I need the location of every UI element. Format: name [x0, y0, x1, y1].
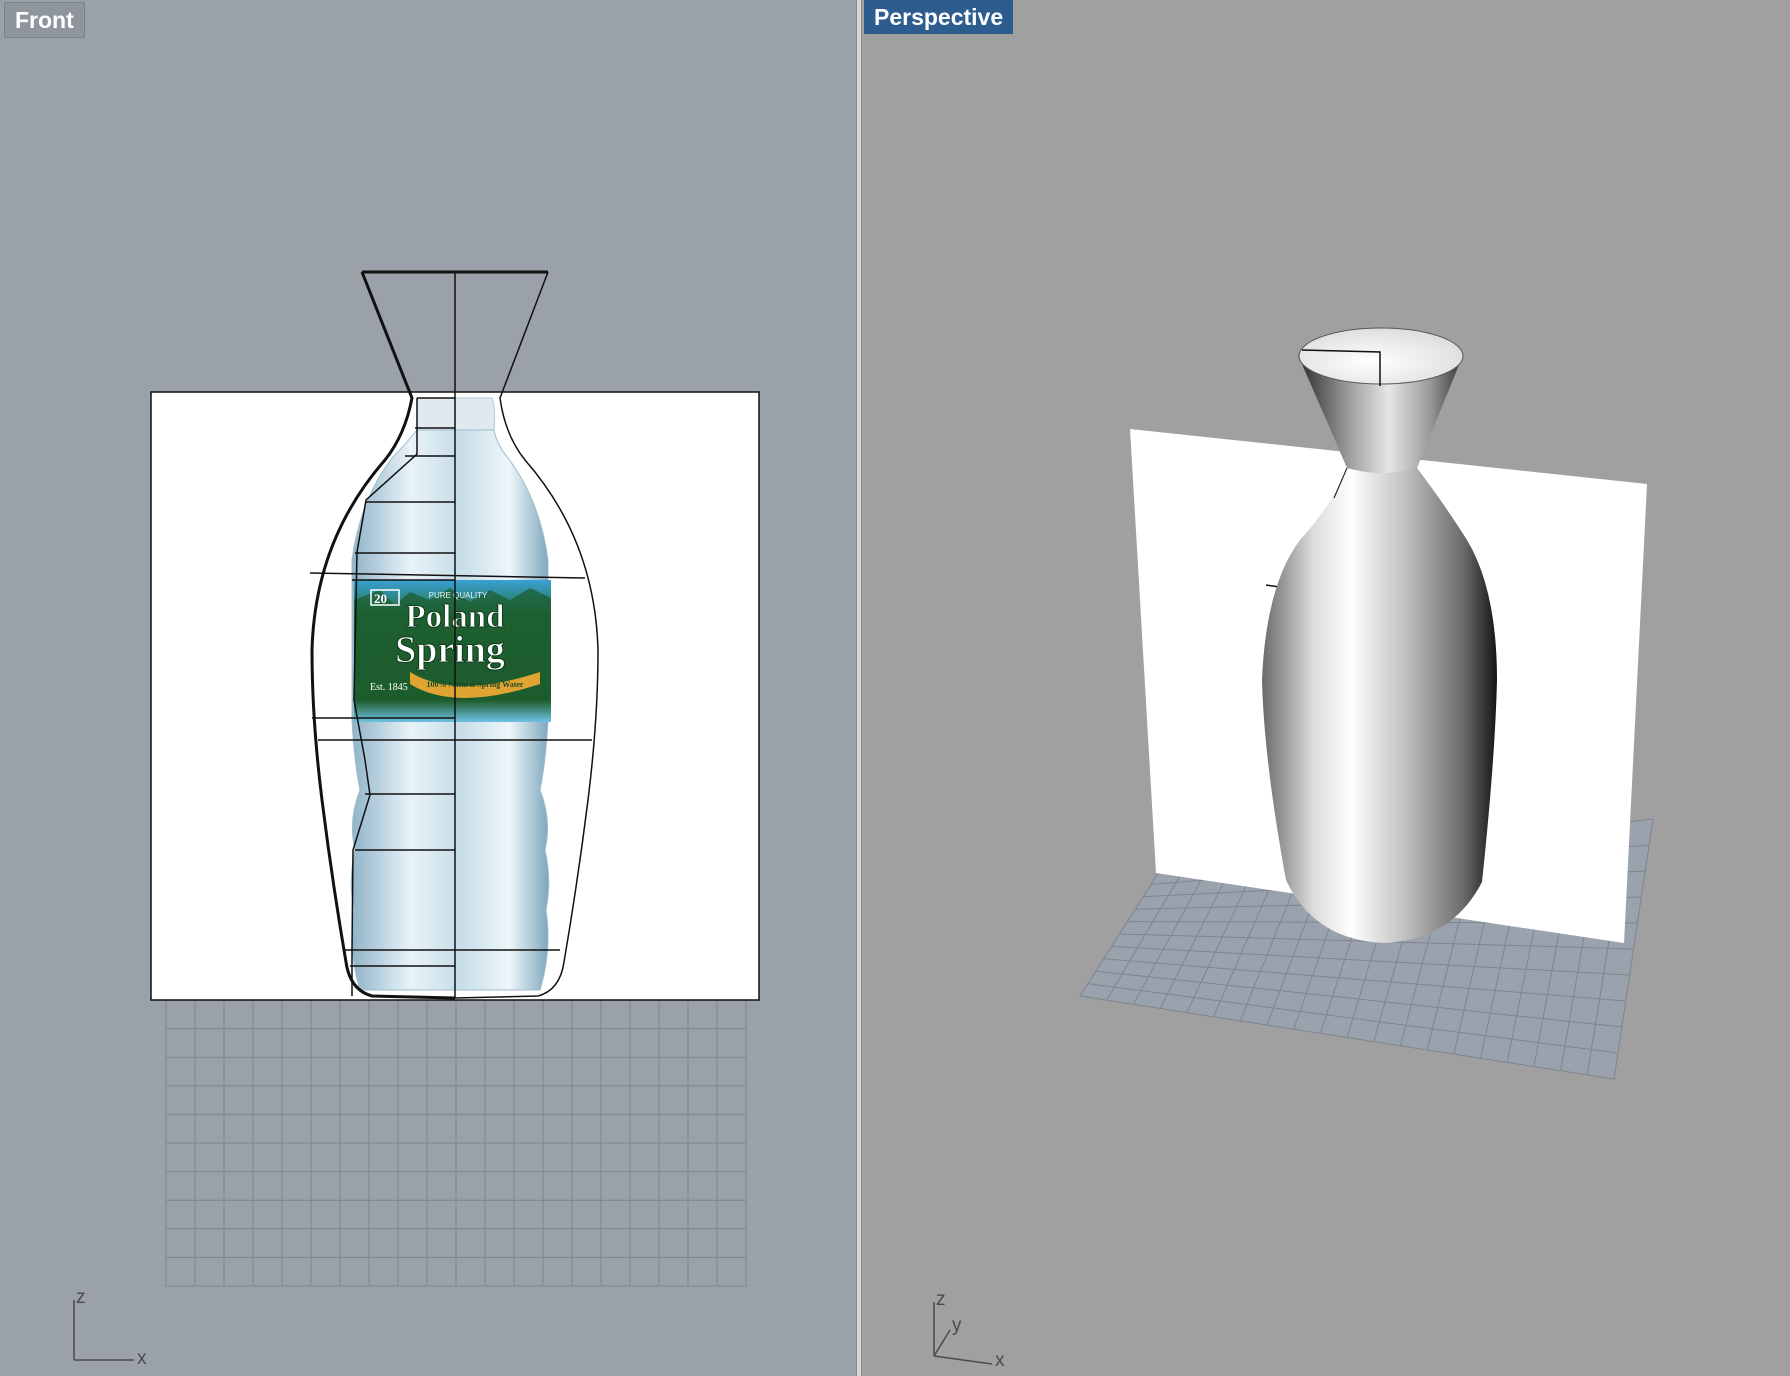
brand-line2: Spring — [395, 629, 505, 671]
perspective-viewport-tab[interactable]: Perspective — [864, 0, 1014, 34]
ribbon-text: 100% Natural Spring Water — [427, 680, 524, 689]
front-z-axis-label: z — [76, 1287, 86, 1308]
front-construction-grid — [165, 999, 747, 1287]
front-canvas[interactable]: 20 PURE QUALITY Poland Spring Est. 1845 … — [0, 0, 856, 1376]
established-text: Est. 1845 — [370, 682, 408, 693]
front-x-axis-label: x — [137, 1348, 147, 1369]
perspective-canvas[interactable]: z y x — [862, 0, 1790, 1376]
front-viewport[interactable]: 20 PURE QUALITY Poland Spring Est. 1845 … — [0, 0, 856, 1376]
perspective-viewport[interactable]: z y x Perspective — [862, 0, 1790, 1376]
front-viewport-tab[interactable]: Front — [4, 2, 85, 38]
front-axis-indicator: z x — [73, 1287, 147, 1369]
perspective-y-axis-label: y — [952, 1315, 962, 1336]
perspective-x-axis-label: x — [995, 1350, 1005, 1371]
perspective-z-axis-label: z — [936, 1289, 946, 1310]
vase-surface[interactable] — [1262, 327, 1497, 943]
size-badge-text: 20 — [374, 591, 387, 606]
perspective-axis-indicator: z y x — [933, 1289, 1005, 1371]
